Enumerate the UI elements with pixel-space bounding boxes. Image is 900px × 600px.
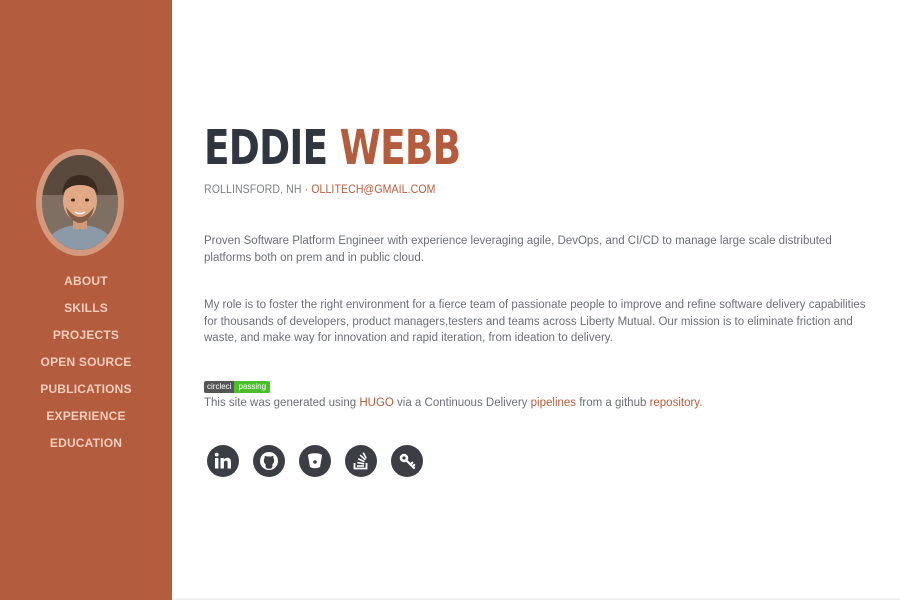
- nav-publications[interactable]: PUBLICATIONS: [0, 380, 172, 407]
- social-links: [207, 445, 423, 477]
- nav-about[interactable]: ABOUT: [0, 272, 172, 299]
- hugo-link[interactable]: HUGO: [359, 397, 394, 409]
- nav-projects[interactable]: PROJECTS: [0, 326, 172, 353]
- about-paragraph-2: My role is to foster the right environme…: [204, 299, 866, 344]
- stackoverflow-icon[interactable]: [345, 445, 377, 477]
- about-paragraph-1: Proven Software Platform Engineer with e…: [204, 235, 832, 264]
- first-name: EDDIE: [204, 120, 328, 176]
- nav-education[interactable]: EDUCATION: [0, 434, 172, 461]
- generated-text-1: This site was generated using: [204, 397, 360, 409]
- badge-status: passing: [234, 381, 271, 393]
- avatar: [42, 155, 118, 250]
- badge-label: circleci: [204, 381, 235, 393]
- generated-text-4: .: [699, 397, 703, 409]
- github-icon[interactable]: [253, 445, 285, 477]
- sidebar-nav: ABOUT SKILLS PROJECTS OPEN SOURCE PUBLIC…: [0, 272, 172, 461]
- nav-skills[interactable]: SKILLS: [0, 299, 172, 326]
- linkedin-icon[interactable]: [207, 445, 239, 477]
- location: ROLLINSFORD, NH ·: [204, 182, 312, 196]
- subheading: ROLLINSFORD, NH · OLLITECH@GMAIL.COM: [204, 182, 436, 196]
- email-link[interactable]: OLLITECH@GMAIL.COM: [311, 182, 435, 196]
- keybase-icon[interactable]: [391, 445, 423, 477]
- nav-experience[interactable]: EXPERIENCE: [0, 407, 172, 434]
- repository-link[interactable]: repository: [650, 397, 700, 409]
- avatar-frame: [36, 149, 124, 256]
- bitbucket-icon[interactable]: [299, 445, 331, 477]
- sidebar: ABOUT SKILLS PROJECTS OPEN SOURCE PUBLIC…: [0, 0, 172, 600]
- pipelines-link[interactable]: pipelines: [531, 397, 576, 409]
- circleci-badge[interactable]: circleci passing: [204, 381, 271, 393]
- page-title: EDDIE WEBB: [204, 118, 462, 178]
- generated-note: This site was generated using HUGO via a…: [204, 395, 702, 411]
- generated-text-3: from a github: [576, 397, 650, 409]
- nav-open-source[interactable]: OPEN SOURCE: [0, 353, 172, 380]
- last-name: WEBB: [339, 120, 462, 176]
- generated-text-2: via a Continuous Delivery: [393, 397, 531, 409]
